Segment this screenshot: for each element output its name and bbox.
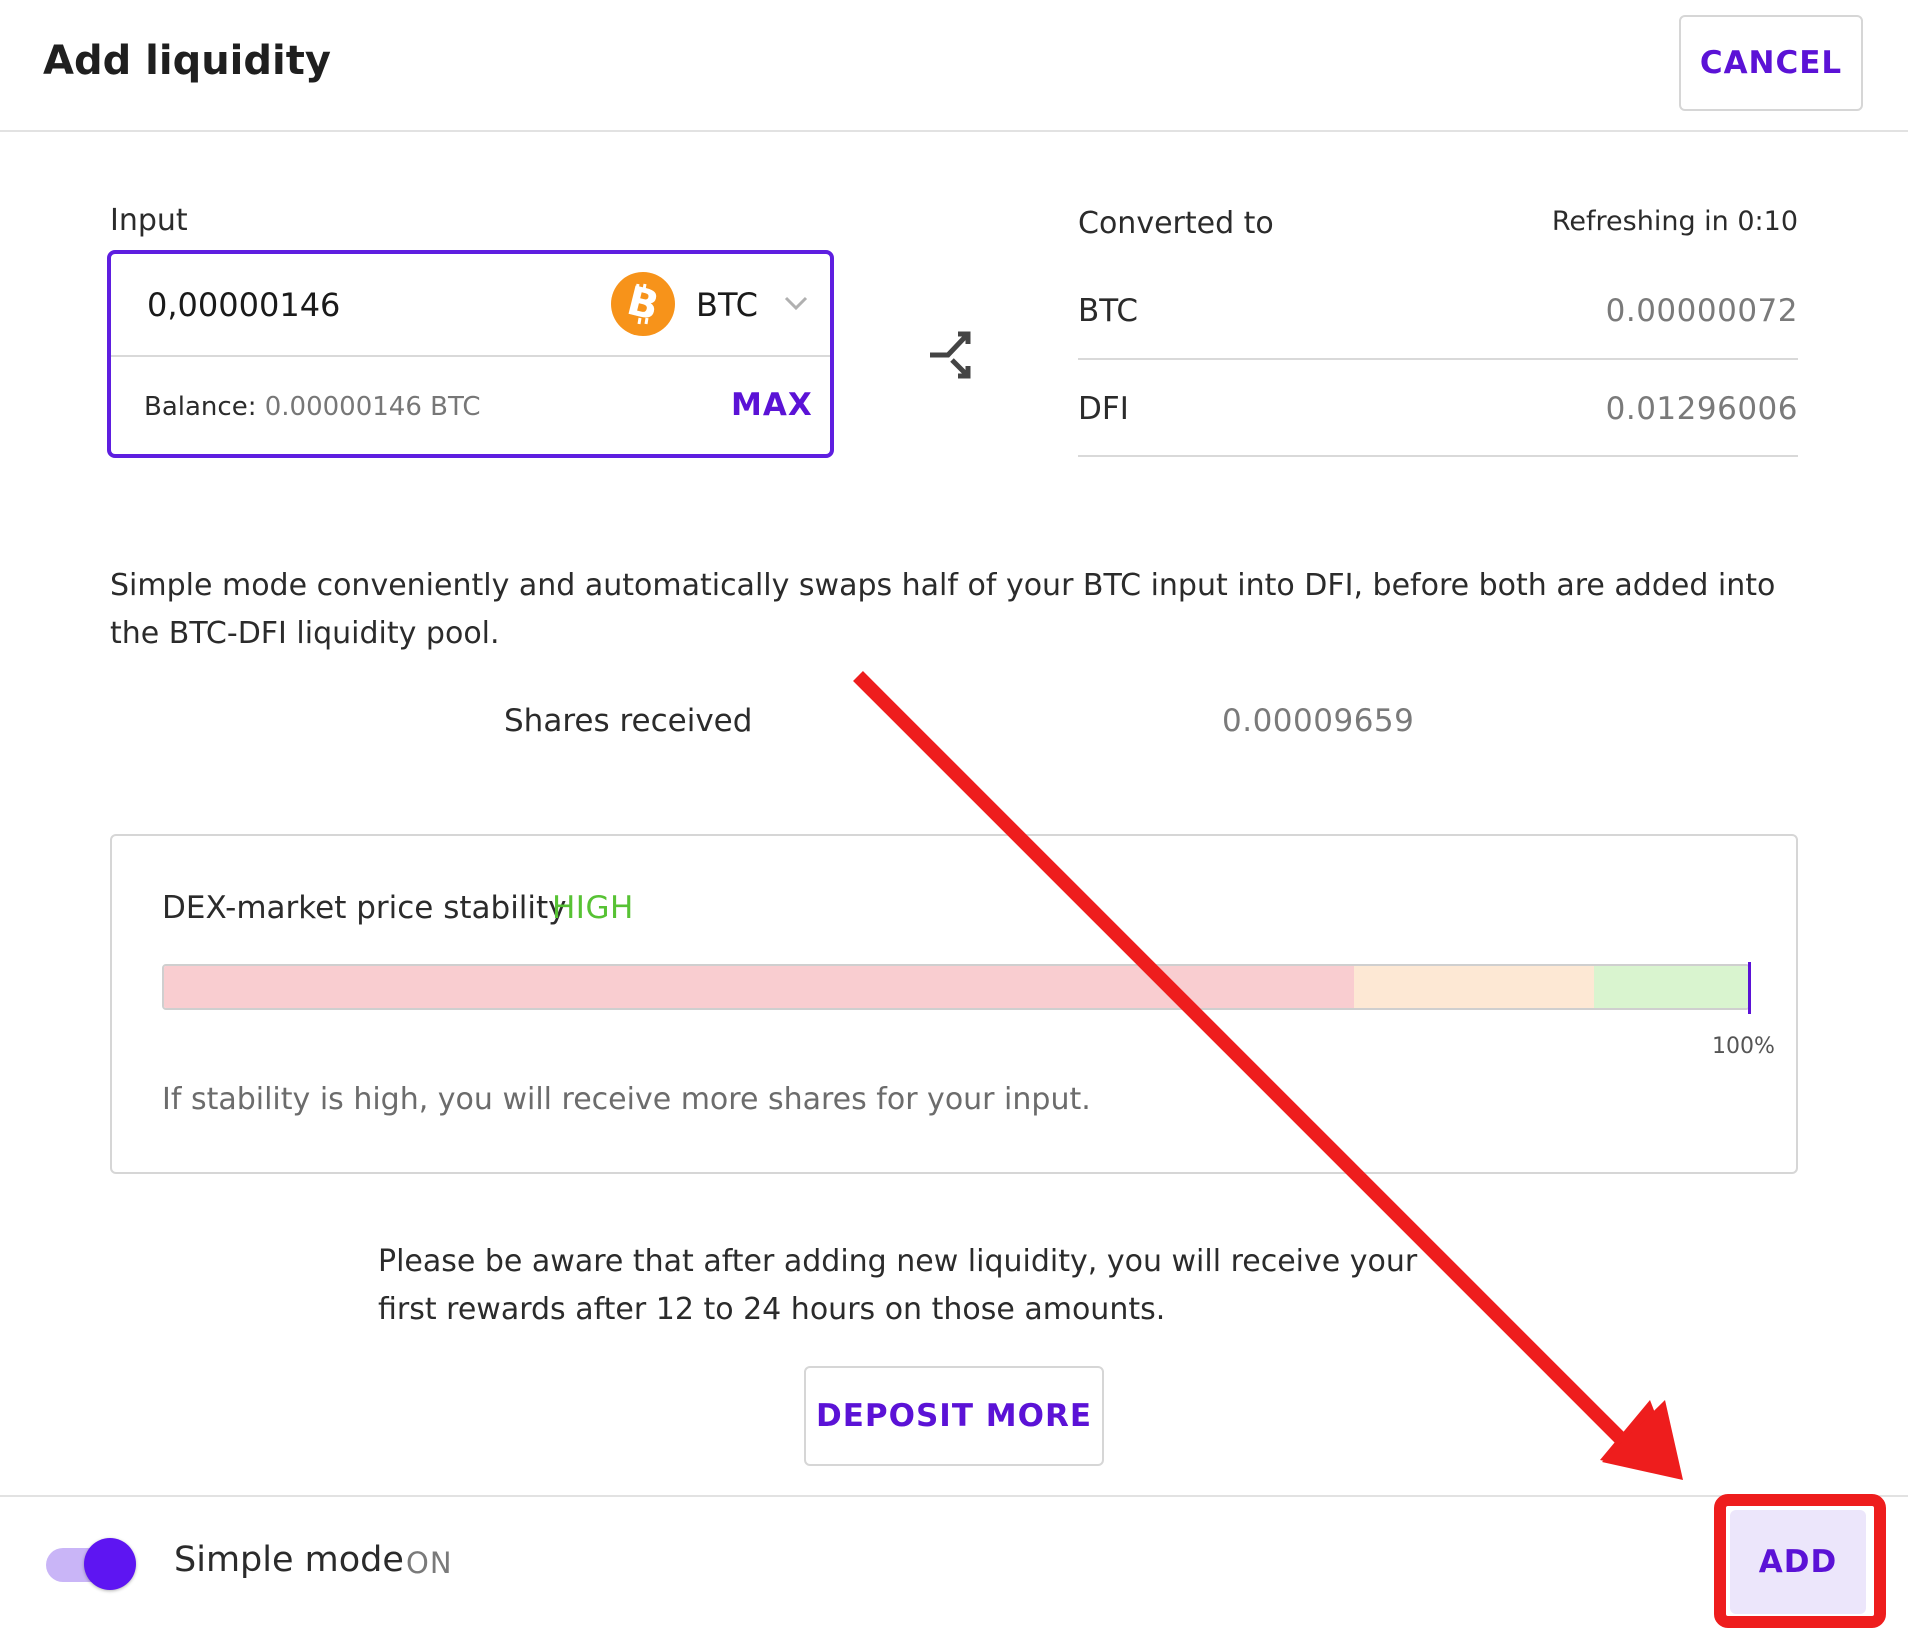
converted-amount-dfi: 0.01296006 <box>1605 391 1798 427</box>
shuffle-icon <box>930 331 971 379</box>
max-button[interactable]: MAX <box>731 387 813 423</box>
shares-received-label: Shares received <box>504 703 753 739</box>
refresh-countdown: Refreshing in 0:10 <box>1551 206 1798 237</box>
shares-received-value: 0.00009659 <box>1222 703 1415 739</box>
input-label: Input <box>110 203 188 238</box>
converted-label: Converted to <box>1078 206 1274 241</box>
stability-title: DEX-market price stability <box>162 890 567 926</box>
divider <box>1078 455 1798 457</box>
stability-note: If stability is high, you will receive m… <box>162 1082 1091 1117</box>
converted-token-dfi: DFI <box>1078 391 1129 427</box>
stability-segment-medium <box>1354 966 1594 1008</box>
svg-text:B: B <box>623 278 664 330</box>
balance-value: 0.00000146 BTC <box>264 392 481 422</box>
deposit-more-button[interactable]: DEPOSIT MORE <box>804 1366 1104 1466</box>
divider <box>1078 358 1798 360</box>
stability-bar <box>162 964 1750 1010</box>
divider <box>111 355 830 357</box>
amount-input[interactable]: 0,00000146 <box>147 286 340 324</box>
annotation-highlight-box <box>1714 1494 1886 1628</box>
balance: Balance: 0.00000146 BTC <box>144 392 481 422</box>
simple-mode-label: Simple mode <box>174 1540 404 1580</box>
balance-label: Balance: <box>144 392 257 422</box>
reward-notice: Please be aware that after adding new li… <box>378 1244 1418 1327</box>
simple-mode-toggle-knob[interactable] <box>84 1538 136 1590</box>
input-card: 0,00000146 B BTC Balance: 0.00000146 BTC… <box>107 250 834 458</box>
converted-token-btc: BTC <box>1078 293 1139 329</box>
stability-marker <box>1748 962 1751 1014</box>
stability-level: HIGH <box>552 890 634 926</box>
chevron-down-icon[interactable] <box>783 294 809 312</box>
page-title: Add liquidity <box>43 38 331 84</box>
stability-segment-high <box>1594 966 1748 1008</box>
stability-segment-low <box>164 966 1354 1008</box>
converted-amount-btc: 0.00000072 <box>1605 293 1798 329</box>
cancel-button[interactable]: CANCEL <box>1679 15 1863 111</box>
simple-mode-state: ON <box>406 1546 453 1580</box>
token-select-label[interactable]: BTC <box>696 286 758 324</box>
simple-mode-description: Simple mode conveniently and automatical… <box>110 568 1776 651</box>
stability-percent: 100% <box>1712 1034 1775 1059</box>
footer-divider <box>0 1495 1908 1497</box>
bitcoin-icon: B <box>611 272 675 336</box>
price-stability-card: DEX-market price stability HIGH 100% If … <box>110 834 1798 1174</box>
